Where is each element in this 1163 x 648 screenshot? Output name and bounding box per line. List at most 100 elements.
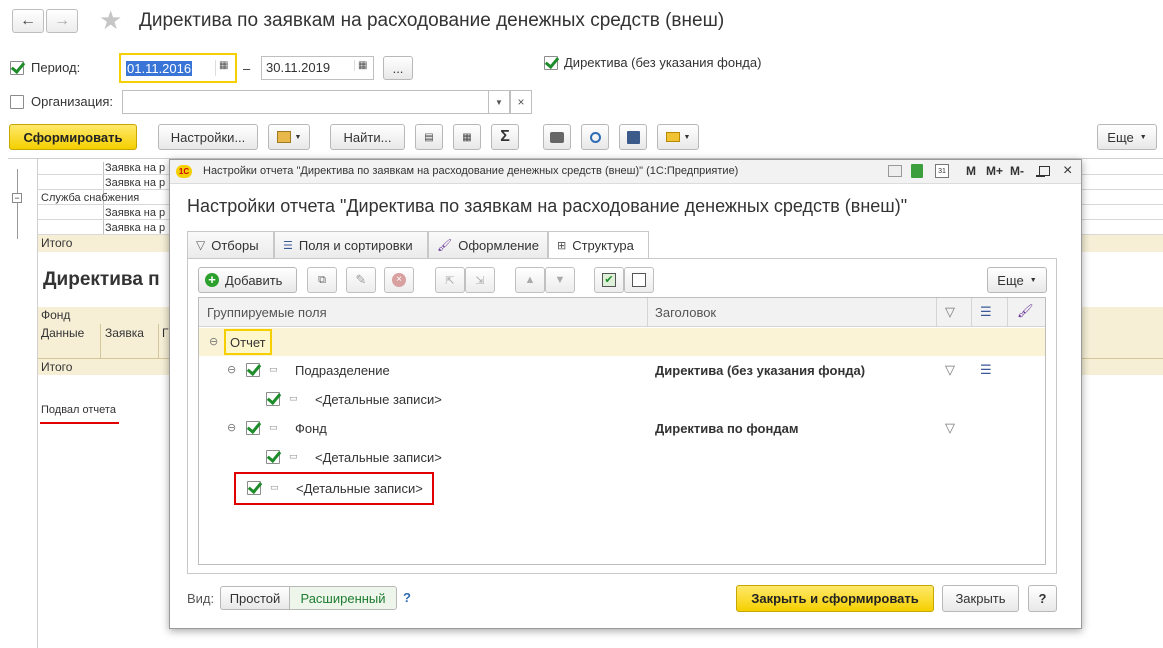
fund-title: Директива по фондам: [655, 421, 799, 436]
column-header-title[interactable]: Заголовок: [655, 305, 716, 320]
move-up-button[interactable]: ▲: [515, 267, 545, 293]
memory-plus-icon[interactable]: M+: [986, 164, 1003, 178]
help-question-link[interactable]: ?: [403, 590, 411, 605]
tree-row-detail[interactable]: ▭ <Детальные записи>: [199, 385, 1045, 414]
collapse-group-icon[interactable]: −: [12, 193, 22, 203]
help-button[interactable]: ?: [1028, 585, 1057, 612]
dialog-window-title: Настройки отчета "Директива по заявкам н…: [203, 165, 739, 177]
nav-forward-button[interactable]: →: [46, 9, 78, 33]
detail-checkbox[interactable]: [266, 450, 280, 464]
floppy-disk-icon: [626, 130, 640, 144]
collapse-icon[interactable]: ⊖: [227, 363, 236, 376]
organization-dropdown-button[interactable]: ▼: [488, 90, 510, 114]
calculator-icon[interactable]: [911, 164, 923, 178]
delete-button[interactable]: ×: [384, 267, 414, 293]
settings-button[interactable]: Настройки...: [158, 124, 258, 150]
report-col-data: Данные: [41, 326, 85, 340]
period-select-button[interactable]: ...: [383, 56, 413, 80]
1c-logo-icon: 1С: [176, 165, 192, 178]
uncheck-all-button[interactable]: [624, 267, 654, 293]
organization-input[interactable]: [122, 90, 510, 114]
send-email-button[interactable]: ▼: [657, 124, 699, 150]
tab-filters-label: Отборы: [211, 237, 259, 253]
brush-icon: 🖌: [437, 238, 453, 252]
tab-fields-sorting[interactable]: ☰ Поля и сортировки: [274, 231, 428, 258]
subdivision-checkbox[interactable]: [246, 363, 260, 377]
close-button[interactable]: Закрыть: [942, 585, 1019, 612]
field-link-icon: ▭: [269, 422, 278, 432]
period-checkbox[interactable]: [10, 61, 24, 75]
find-button[interactable]: Найти...: [330, 124, 405, 150]
period-label: Период:: [31, 60, 81, 75]
directive-checkbox[interactable]: [544, 56, 558, 70]
save-button[interactable]: [619, 124, 647, 150]
calendar-icon[interactable]: 31: [935, 164, 949, 178]
view-extended-button[interactable]: Расширенный: [289, 586, 397, 610]
column-header-fields[interactable]: Группируемые поля: [207, 305, 327, 320]
tab-structure-label: Структура: [572, 238, 634, 253]
tab-appearance[interactable]: 🖌 Оформление: [428, 231, 548, 258]
maximize-icon[interactable]: [1039, 166, 1050, 176]
chevron-down-icon: ▼: [683, 133, 691, 141]
add-group-button[interactable]: ⧉: [307, 267, 337, 293]
field-link-icon: ▭: [289, 451, 298, 461]
close-icon: ×: [517, 95, 525, 109]
brush-icon: 🖌: [1017, 303, 1034, 318]
sort-fields-icon: ☰: [283, 239, 293, 252]
close-and-generate-button[interactable]: Закрыть и сформировать: [736, 585, 934, 612]
move-down-button[interactable]: ▼: [545, 267, 575, 293]
generate-button[interactable]: Сформировать: [9, 124, 137, 150]
organization-checkbox[interactable]: [10, 95, 24, 109]
organization-clear-button[interactable]: ×: [510, 90, 532, 114]
report-row: Заявка на р: [105, 222, 166, 234]
collapse-groups-button[interactable]: ▤: [415, 124, 443, 150]
arrow-right-icon: →: [54, 12, 70, 29]
view-simple-button[interactable]: Простой: [220, 586, 290, 610]
edit-button[interactable]: ✎: [346, 267, 376, 293]
group-level-up-button[interactable]: ⇱: [435, 267, 465, 293]
dialog-tools-icon[interactable]: [888, 165, 902, 177]
tab-appearance-label: Оформление: [458, 237, 539, 253]
level-up-icon: ⇱: [445, 274, 455, 287]
memory-icon[interactable]: M: [966, 164, 976, 178]
tab-filters[interactable]: ▽ Отборы: [187, 231, 274, 258]
tree-row-subdivision[interactable]: ⊖ ▭ Подразделение Директива (без указани…: [199, 356, 1045, 385]
report-group-row: Служба снабжения: [41, 192, 140, 204]
arrow-up-icon: ▲: [524, 274, 536, 286]
calendar-icon[interactable]: ▦: [215, 60, 231, 76]
group-level-down-button[interactable]: ⇲: [465, 267, 495, 293]
dialog-heading: Настройки отчета "Директива по заявкам н…: [187, 196, 908, 216]
detail-checkbox[interactable]: [266, 392, 280, 406]
collapse-icon[interactable]: ⊖: [209, 335, 218, 348]
variant-menu-button[interactable]: ▼: [268, 124, 310, 150]
group-collapse-icon: ▤: [424, 131, 434, 143]
print-button[interactable]: [543, 124, 571, 150]
fund-checkbox[interactable]: [246, 421, 260, 435]
sort-fields-icon: ☰: [980, 304, 992, 319]
collapse-icon[interactable]: ⊖: [227, 421, 236, 434]
close-icon[interactable]: ×: [1063, 162, 1072, 180]
dialog-more-button[interactable]: Еще ▼: [987, 267, 1047, 293]
tab-fields-sorting-label: Поля и сортировки: [298, 237, 413, 253]
report-col-request: Заявка: [105, 326, 144, 340]
add-button[interactable]: + Добавить: [198, 267, 297, 293]
expand-groups-button[interactable]: ▦: [453, 124, 481, 150]
period-from-input[interactable]: 01.11.2016 ▦: [119, 53, 237, 83]
tree-row-detail[interactable]: ▭ <Детальные записи>: [199, 443, 1045, 472]
tree-row-fund[interactable]: ⊖ ▭ Фонд Директива по фондам ▽: [199, 414, 1045, 443]
nav-back-button[interactable]: ←: [12, 9, 44, 33]
tab-structure[interactable]: ⊞ Структура: [548, 231, 649, 259]
more-button[interactable]: Еще ▼: [1097, 124, 1157, 150]
check-all-button[interactable]: ✔: [594, 267, 624, 293]
sum-button[interactable]: Σ: [491, 124, 519, 150]
structure-icon: ⊞: [557, 240, 567, 252]
memory-minus-icon[interactable]: M-: [1010, 164, 1024, 178]
preview-button[interactable]: [581, 124, 609, 150]
period-to-input[interactable]: 30.11.2019 ▦: [261, 56, 374, 80]
favorite-star-icon[interactable]: ★: [99, 5, 122, 35]
report-footer-underline: [40, 422, 119, 424]
calendar-icon[interactable]: ▦: [354, 60, 367, 71]
filter-icon: ▽: [945, 304, 955, 319]
tree-row-root[interactable]: ⊖ Отчет: [199, 328, 1045, 356]
report-row: Заявка на р: [105, 162, 166, 174]
